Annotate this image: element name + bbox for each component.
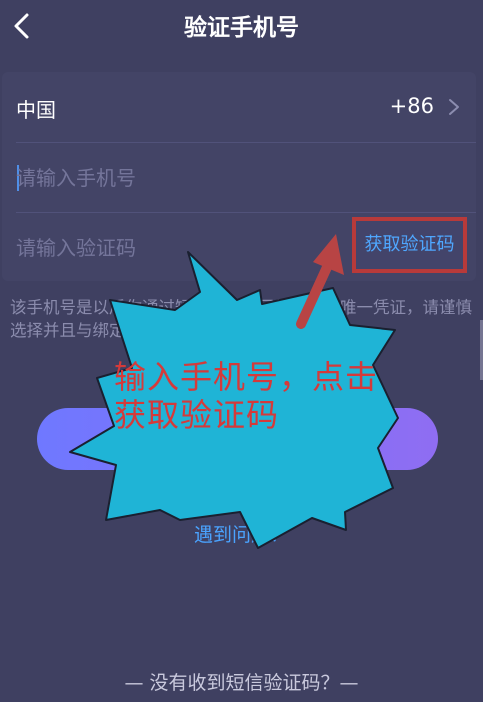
country-code: +86 <box>389 94 434 118</box>
country-selector[interactable]: 中国 +86 <box>16 72 476 143</box>
phone-input[interactable] <box>16 157 336 199</box>
verification-code-input[interactable] <box>16 227 336 269</box>
get-code-button[interactable]: 获取验证码 <box>352 217 467 273</box>
tip-text: 该手机号是以后你通过短信验证取回将军令的唯一凭证，请谨慎选择并且与绑定时间不变 <box>10 298 472 340</box>
no-sms-link[interactable]: — 没有收到短信验证码？— <box>0 668 483 695</box>
header-bar: 验证手机号 <box>0 0 483 52</box>
callout-text: 输入手机号，点击获取验证码 <box>114 358 379 434</box>
page-title: 验证手机号 <box>184 15 299 41</box>
phone-row <box>16 143 476 213</box>
country-name: 中国 <box>16 98 56 122</box>
help-link[interactable]: 遇到问题？ <box>0 520 483 547</box>
chevron-right-icon <box>449 99 459 115</box>
verify-phone-screen: 验证手机号 中国 +86 获取验证码 该手机号是以后你通过短信验证取回将军令的唯… <box>0 0 483 702</box>
